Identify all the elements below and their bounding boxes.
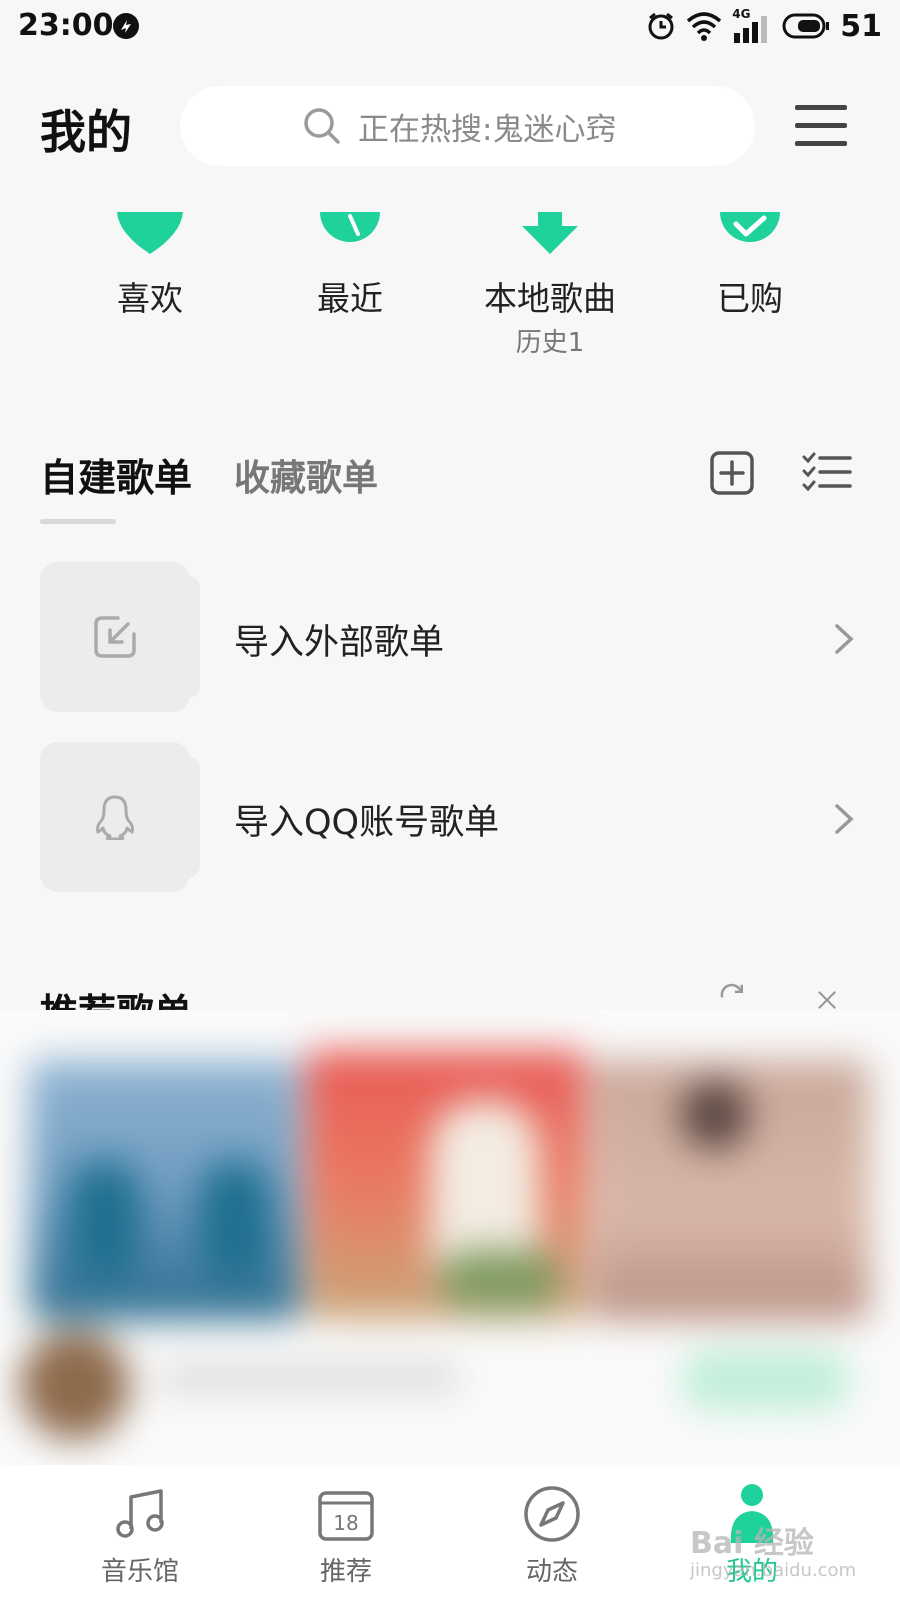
page-title: 我的 [40,105,132,159]
wifi-icon [687,12,722,41]
chevron-right-icon [835,804,854,834]
quick-entry-label: 已购 [717,279,783,318]
clock-icon [320,212,380,242]
calendar-icon: 18 [318,1491,374,1541]
notification-app-icon [113,13,139,39]
tab-underline [40,519,116,524]
check-circle-icon [720,212,780,242]
quick-entry-label: 最近 [317,279,383,318]
nav-music-hall[interactable]: 音乐馆 [60,1483,220,1588]
search-placeholder: 正在热搜:鬼迷心窍 [358,111,617,148]
music-note-icon [116,1489,164,1538]
collapse-icon[interactable] [810,990,844,1010]
tab-own-playlists[interactable]: 自建歌单 [40,447,192,502]
quick-entry-sub: 历史1 [515,328,585,358]
compass-icon [524,1486,580,1542]
search-icon [304,108,340,144]
import-qq-playlist[interactable]: 导入QQ账号歌单 [40,742,860,892]
watermark-url: jingyan.baidu.com [690,1560,857,1581]
status-bar: 23:00 4G 51 [0,0,900,56]
recommended-playlists-blurred [0,1010,900,1465]
chevron-right-icon [835,624,854,654]
import-external-playlist[interactable]: 导入外部歌单 [40,562,860,712]
search-input[interactable]: 正在热搜:鬼迷心窍 [180,86,755,166]
status-time: 23:00 [18,8,114,43]
quick-entry-local[interactable]: 本地歌曲 历史1 [450,212,650,359]
tab-favorite-playlists[interactable]: 收藏歌单 [234,449,378,501]
alarm-icon [648,12,674,40]
nav-feed[interactable]: 动态 [472,1483,632,1588]
nav-recommend[interactable]: 18 推荐 [266,1483,426,1588]
nav-label: 动态 [525,1557,578,1587]
add-playlist-icon[interactable] [709,450,755,496]
signal-icon [734,16,768,43]
network-type: 4G [732,7,772,43]
heart-icon [117,212,183,254]
quick-entry-purchased[interactable]: 已购 [650,212,850,320]
import-icon [94,616,136,658]
qq-penguin-icon [96,795,134,840]
quick-entry-recent[interactable]: 最近 [250,212,450,320]
battery-icon [782,13,830,39]
row-label: 导入外部歌单 [234,623,445,663]
nav-label: 推荐 [319,1557,372,1587]
quick-entry-like[interactable]: 喜欢 [50,212,250,320]
watermark: Bai 经验 [690,1526,814,1561]
menu-icon[interactable] [795,103,847,149]
battery-level: 51 [840,8,882,44]
status-indicators: 4G 51 [646,7,882,44]
row-label: 导入QQ账号歌单 [234,803,500,843]
checklist-icon[interactable] [802,452,852,492]
refresh-icon[interactable] [712,982,752,1010]
nav-label: 音乐馆 [100,1557,179,1587]
download-icon [522,212,578,254]
svg-text:18: 18 [333,1511,358,1535]
recommended-title: 推荐歌单 [40,982,192,1010]
quick-entry-label: 喜欢 [117,279,183,318]
quick-entry-label: 本地歌曲 [484,279,616,318]
